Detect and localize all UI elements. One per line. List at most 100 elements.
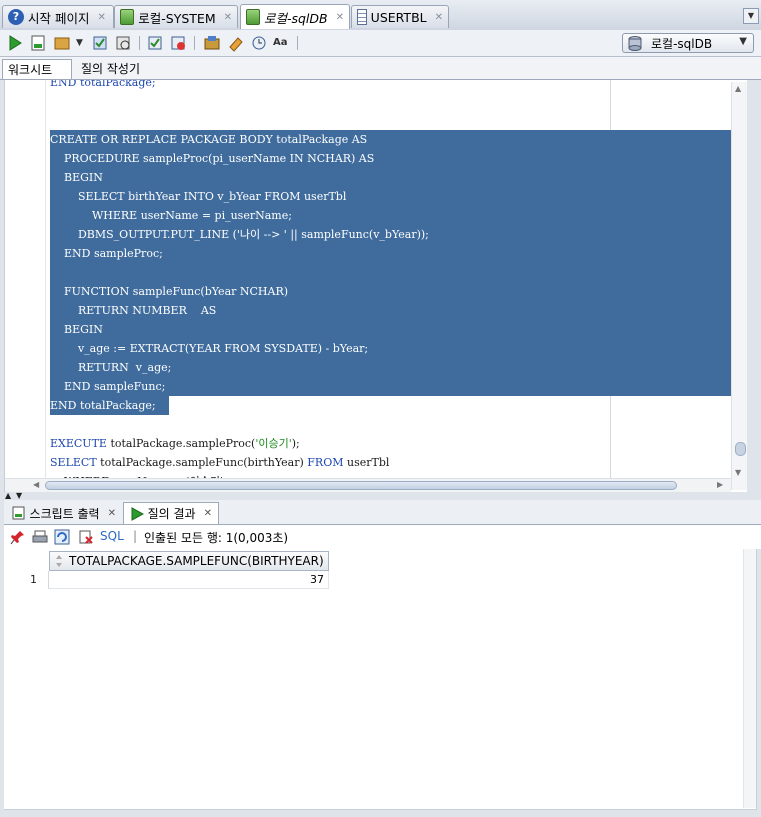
tab-local-sqldb[interactable]: 로컬-sqlDB ✕ xyxy=(240,4,350,29)
plan-icon xyxy=(148,36,162,50)
tab-script-output[interactable]: 스크립트 출력 ✕ xyxy=(6,502,122,524)
code-line: v_age := EXTRACT(YEAR FROM SYSDATE) - bY… xyxy=(50,342,369,355)
code-line: SELECT totalPackage.sampleFunc(birthYear… xyxy=(50,456,390,469)
tab-local-system[interactable]: 로컬-SYSTEM ✕ xyxy=(114,5,238,28)
cancel-query-button[interactable] xyxy=(78,529,94,548)
tab-label: 로컬-sqlDB xyxy=(263,10,328,26)
print-button[interactable] xyxy=(32,529,48,548)
play-icon xyxy=(131,506,144,521)
row-number: 1 xyxy=(30,573,37,586)
refresh-button[interactable] xyxy=(54,529,70,548)
commit-button[interactable] xyxy=(91,34,109,52)
tab-worksheet[interactable]: 워크시트 xyxy=(2,59,72,79)
close-icon[interactable]: ✕ xyxy=(204,508,212,519)
freeze-pin-button[interactable] xyxy=(10,529,26,548)
code-line: RETURN v_age; xyxy=(50,361,172,374)
font-case-icon: Aa xyxy=(273,37,288,48)
scroll-thumb[interactable] xyxy=(45,481,677,490)
collapse-up-icon[interactable]: ▲ xyxy=(5,491,11,500)
tab-start-page[interactable]: ? 시작 페이지 ✕ xyxy=(2,5,114,28)
db-rollback-icon xyxy=(116,36,130,50)
code-line: END sampleProc; xyxy=(50,247,163,260)
tab-query-result[interactable]: 질의 결과 ✕ xyxy=(123,502,219,524)
scroll-left-icon[interactable]: ◀ xyxy=(33,480,39,489)
scroll-right-icon[interactable]: ▶ xyxy=(717,480,723,489)
close-icon[interactable]: ✕ xyxy=(435,12,443,23)
play-icon xyxy=(9,35,22,51)
editor-gutter xyxy=(45,80,46,492)
help-icon: ? xyxy=(8,9,24,25)
code-line: END sampleFunc; xyxy=(50,380,166,393)
worksheet-toolbar: ▼ Aa 로컬-sqlDB ▼ xyxy=(0,30,761,57)
commit-icon xyxy=(54,37,70,50)
results-grid: TOTALPACKAGE.SAMPLEFUNC(BIRTHYEAR) 1 37 xyxy=(4,549,757,810)
tab-query-builder[interactable]: 질의 작성기 xyxy=(76,59,145,79)
autotrace-button[interactable] xyxy=(53,34,71,52)
editor-horizontal-scrollbar[interactable]: ◀ ▶ xyxy=(5,478,731,493)
tab-list-dropdown-icon[interactable]: ▼ xyxy=(743,8,759,24)
connection-label: 로컬-sqlDB xyxy=(651,36,713,51)
column-header[interactable]: TOTALPACKAGE.SAMPLEFUNC(BIRTHYEAR) xyxy=(49,551,329,571)
cancel-icon xyxy=(171,36,185,50)
tab-label: 로컬-SYSTEM xyxy=(138,10,216,26)
connection-selector[interactable]: 로컬-sqlDB ▼ xyxy=(622,33,754,53)
printer-icon xyxy=(32,530,48,543)
sql-editor[interactable]: END totalPackage; CREATE OR REPLACE PACK… xyxy=(4,80,747,492)
close-icon[interactable]: ✕ xyxy=(224,12,232,23)
scroll-thumb[interactable] xyxy=(735,442,746,456)
pin-icon xyxy=(10,531,24,545)
close-icon[interactable]: ✕ xyxy=(97,12,105,23)
tab-usertbl[interactable]: USERTBL ✕ xyxy=(351,5,449,28)
rollback-button[interactable] xyxy=(114,34,132,52)
explain-plan-button[interactable] xyxy=(146,34,164,52)
table-cell[interactable]: 37 xyxy=(49,571,329,589)
collapse-down-icon[interactable]: ▼ xyxy=(16,491,22,500)
code-line: BEGIN xyxy=(50,323,103,336)
close-icon[interactable]: ✕ xyxy=(108,508,116,519)
code-line: CREATE OR REPLACE PACKAGE BODY totalPack… xyxy=(50,133,368,146)
code-line: PROCEDURE sampleProc(pi_userName IN NCHA… xyxy=(50,152,375,165)
sql-tuning-button[interactable] xyxy=(203,34,221,52)
chevron-down-icon: ▼ xyxy=(739,36,747,47)
db-commit-icon xyxy=(93,36,107,50)
script-output-icon xyxy=(12,506,25,520)
results-vertical-scrollbar[interactable] xyxy=(743,549,756,808)
results-toolbar: SQL | 인출된 모든 행: 1(0,003초) xyxy=(4,525,761,549)
tab-label: 시작 페이지 xyxy=(28,10,90,26)
clear-button[interactable] xyxy=(227,34,245,52)
cancel-button[interactable] xyxy=(169,34,187,52)
close-icon[interactable]: ✕ xyxy=(336,12,344,23)
scroll-down-icon[interactable]: ▼ xyxy=(735,468,741,477)
column-header-label: TOTALPACKAGE.SAMPLEFUNC(BIRTHYEAR) xyxy=(69,554,324,568)
code-line: RETURN NUMBER AS xyxy=(50,304,217,317)
code-line: SELECT birthYear INTO v_bYear FROM userT… xyxy=(50,190,347,203)
sort-icon xyxy=(56,555,62,567)
tab-label: 질의 결과 xyxy=(147,507,196,521)
tuning-icon xyxy=(204,36,220,50)
toolbar-separator xyxy=(139,36,140,50)
format-case-button[interactable]: Aa xyxy=(273,34,291,52)
toolbar-separator xyxy=(194,36,195,50)
code-line: END totalPackage; xyxy=(50,399,156,412)
sql-button[interactable]: SQL xyxy=(100,529,124,543)
scroll-up-icon[interactable]: ▲ xyxy=(735,84,741,93)
code-line: FUNCTION sampleFunc(bYear NCHAR) xyxy=(50,285,289,298)
output-tab-bar: 스크립트 출력 ✕ 질의 결과 ✕ xyxy=(4,500,761,525)
chevron-down-icon[interactable]: ▼ xyxy=(76,38,83,48)
table-icon xyxy=(357,9,367,25)
toolbar-separator: | xyxy=(133,529,138,543)
panel-splitter[interactable]: ▲ ▼ xyxy=(0,491,761,500)
tab-label: 스크립트 출력 xyxy=(29,506,100,521)
tab-label: USERTBL xyxy=(370,9,427,25)
worksheet-subtabs: 워크시트 질의 작성기 xyxy=(0,57,761,80)
toolbar-separator xyxy=(297,36,298,50)
history-button[interactable] xyxy=(250,34,268,52)
editor-vertical-scrollbar[interactable]: ▲ ▼ xyxy=(731,82,747,490)
script-icon xyxy=(31,35,45,51)
run-statement-button[interactable] xyxy=(6,34,24,52)
run-script-button[interactable] xyxy=(29,34,47,52)
database-icon xyxy=(628,36,642,51)
clock-icon xyxy=(252,36,266,50)
code-line: END totalPackage; xyxy=(50,80,156,89)
eraser-icon xyxy=(229,37,243,52)
